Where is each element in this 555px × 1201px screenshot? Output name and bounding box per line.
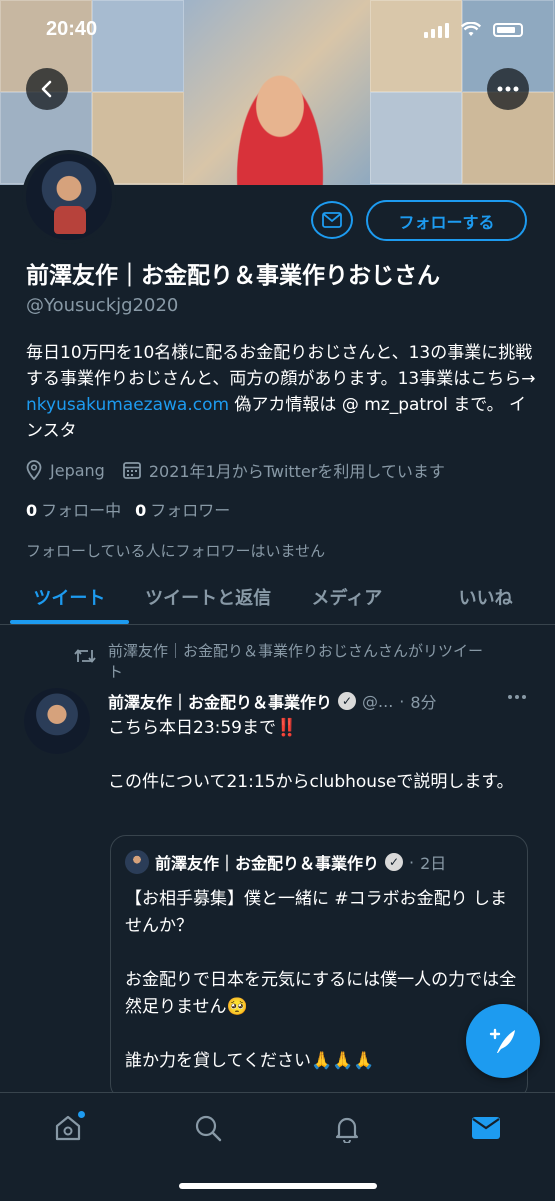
following-link[interactable]: 0 フォロー中 (26, 497, 121, 521)
status-icons (424, 22, 523, 38)
nav-notifications[interactable] (327, 1111, 367, 1145)
verified-icon: ✓ (385, 853, 404, 871)
tab-media[interactable]: メディア (278, 570, 417, 624)
mail-icon (472, 1117, 500, 1139)
home-icon (55, 1115, 81, 1141)
quoted-tweet-header: 前澤友作｜お金配り＆事業作り ✓ · 2日 (125, 850, 446, 874)
tweet-text: こちら本日23:59まで‼️ この件について21:15からclubhouseで説… (108, 718, 514, 792)
profile-joined: 2021年1月からTwitterを利用しています (122, 458, 445, 482)
back-arrow-icon (41, 80, 52, 98)
retweet-icon (74, 649, 96, 663)
quoted-tweet-text: 【お相手募集】僕と一緒に #コラボお金配り しませんか？ お金配りで日本を元気に… (125, 889, 517, 1071)
compose-icon (489, 1028, 515, 1053)
calendar-icon (122, 462, 141, 479)
profile-name: 前澤友作｜お金配り＆事業作りおじさん (26, 263, 440, 289)
nav-search[interactable] (188, 1111, 228, 1145)
home-indicator[interactable] (179, 1183, 377, 1189)
nav-home[interactable] (48, 1111, 88, 1145)
quoted-tweet-time: 2日 (420, 854, 447, 873)
tweet-separator: · (399, 691, 405, 711)
tweet-more-button[interactable] (508, 690, 532, 704)
more-button[interactable] (487, 68, 529, 110)
status-bar: 20:40 (0, 0, 555, 60)
tab-likes[interactable]: いいね (416, 570, 555, 624)
compose-tweet-button[interactable] (466, 1004, 540, 1078)
battery-icon (493, 23, 523, 37)
quoted-tweet-separator: · (409, 852, 415, 872)
location-icon (26, 460, 42, 480)
profile-meta: Jepang 2021年1月からTwitterを利用しています (26, 458, 445, 482)
tweet-author[interactable]: 前澤友作｜お金配り＆事業作り (108, 689, 332, 713)
profile-avatar[interactable] (22, 150, 116, 244)
wifi-icon (461, 22, 481, 36)
exclamation-emoji: ‼️ (276, 718, 298, 738)
profile-location: Jepang (26, 460, 105, 480)
tab-tweets[interactable]: ツイート (0, 570, 139, 624)
profile-counts: 0 フォロー中 0 フォロワー (26, 497, 230, 521)
profile-bio: 毎日10万円を10名様に配るお金配りおじさんと、13の事業に挑戦する事業作りおじ… (26, 343, 536, 441)
nav-messages[interactable] (466, 1111, 506, 1145)
tweet-avatar[interactable] (24, 688, 90, 754)
tweet-handle: @... (362, 691, 394, 711)
quoted-tweet[interactable]: 前澤友作｜お金配り＆事業作り ✓ · 2日 【お相手募集】僕と一緒に #コラボお… (110, 835, 528, 1100)
verified-icon: ✓ (338, 692, 357, 710)
followers-link[interactable]: 0 フォロワー (135, 497, 230, 521)
bell-icon (335, 1117, 359, 1143)
follow-button[interactable]: フォローする (366, 200, 527, 241)
search-icon (195, 1115, 222, 1142)
tweet-header: 前澤友作｜お金配り＆事業作り ✓ @... · 8分 (108, 689, 437, 713)
quoted-tweet-author: 前澤友作｜お金配り＆事業作り (155, 854, 380, 873)
message-button[interactable] (311, 201, 353, 239)
profile-tabs: ツイート ツイートと返信 メディア いいね (0, 570, 555, 625)
profile-handle: @Yousuckjg2020 (26, 295, 179, 316)
mail-icon (322, 212, 342, 228)
back-button[interactable] (26, 68, 68, 110)
signal-icon (424, 22, 449, 38)
status-time: 20:40 (46, 18, 98, 40)
tab-tweets-replies[interactable]: ツイートと返信 (139, 570, 278, 624)
quoted-tweet-avatar (125, 850, 149, 874)
new-content-dot (78, 1111, 85, 1118)
tweet-time: 8分 (410, 693, 437, 712)
more-icon (497, 86, 519, 92)
retweet-context: 前澤友作｜お金配り＆事業作りおじさんさんがリツイート (74, 641, 494, 683)
bio-link[interactable]: nkyusakumaezawa.com (26, 395, 229, 415)
no-mutual-followers-note: フォローしている人にフォロワーはいません (26, 542, 326, 560)
